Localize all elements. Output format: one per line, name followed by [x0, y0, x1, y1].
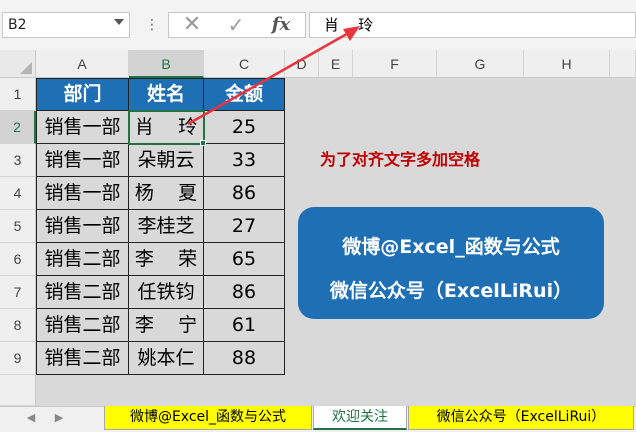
- grid-line: [609, 78, 610, 406]
- table-cell[interactable]: 61: [203, 308, 285, 342]
- table-cell[interactable]: 姚本仁: [128, 341, 204, 375]
- table-cell[interactable]: 任铁钧: [128, 275, 204, 309]
- row-header-3[interactable]: 3: [0, 144, 36, 177]
- table-cell[interactable]: 销售一部: [36, 110, 129, 144]
- name-box[interactable]: B2: [2, 12, 130, 38]
- column-header-g[interactable]: G: [437, 50, 524, 78]
- row-header-8[interactable]: 8: [0, 309, 36, 342]
- row-header-6[interactable]: 6: [0, 243, 36, 276]
- table-cell[interactable]: 88: [203, 341, 285, 375]
- table-cell[interactable]: 86: [203, 275, 285, 309]
- table-cell[interactable]: 李 荣: [128, 242, 204, 276]
- annotation-arrow-icon: [187, 26, 360, 126]
- next-sheet-icon[interactable]: ▶: [52, 408, 66, 428]
- arrow-shaft: [187, 29, 353, 126]
- name-box-dropdown-icon[interactable]: [114, 19, 124, 25]
- column-header-overflow[interactable]: [610, 50, 636, 78]
- table-cell[interactable]: 33: [203, 143, 285, 177]
- table-cell[interactable]: 销售一部: [36, 209, 129, 243]
- table-cell[interactable]: 销售二部: [36, 275, 129, 309]
- table-cell[interactable]: 销售二部: [36, 242, 129, 276]
- row-header-9[interactable]: 9: [0, 342, 36, 375]
- row-header-4[interactable]: 4: [0, 177, 36, 210]
- promo-weibo-text: 微博@Excel_函数与公式: [342, 236, 560, 258]
- row-header-5[interactable]: 5: [0, 210, 36, 243]
- row-header-1[interactable]: 1: [0, 78, 36, 111]
- sheet-tab-welcome[interactable]: 欢迎关注: [313, 406, 407, 430]
- table-cell[interactable]: 李桂芝: [128, 209, 204, 243]
- column-header-h[interactable]: H: [524, 50, 610, 78]
- table-cell[interactable]: 销售一部: [36, 176, 129, 210]
- table-cell[interactable]: 杨 夏: [128, 176, 204, 210]
- row-header-empty[interactable]: [0, 375, 36, 406]
- table-cell[interactable]: 销售二部: [36, 341, 129, 375]
- table-cell[interactable]: 27: [203, 209, 285, 243]
- column-header-a[interactable]: A: [36, 50, 129, 78]
- sheet-tab-weibo[interactable]: 微博@Excel_函数与公式: [104, 406, 312, 430]
- select-all-triangle-icon: [20, 62, 32, 74]
- annotation-note: 为了对齐文字多加空格: [320, 150, 481, 169]
- table-cell[interactable]: 86: [203, 176, 285, 210]
- table-header-department[interactable]: 部门: [36, 78, 129, 111]
- table-cell[interactable]: 朵朝云: [128, 143, 204, 177]
- table-cell[interactable]: 销售一部: [36, 143, 129, 177]
- table-cell[interactable]: 销售二部: [36, 308, 129, 342]
- table-cell[interactable]: 李 宁: [128, 308, 204, 342]
- promo-wechat-text: 微信公众号（ExcelLiRui）: [329, 280, 573, 302]
- more-options-icon[interactable]: ⋮: [145, 15, 159, 35]
- row-header-2[interactable]: 2: [0, 111, 36, 144]
- row-header-7[interactable]: 7: [0, 276, 36, 309]
- fill-handle[interactable]: [200, 140, 206, 146]
- table-cell[interactable]: 65: [203, 242, 285, 276]
- sheet-tab-wechat[interactable]: 微信公众号（ExcelLiRui）: [408, 406, 634, 430]
- prev-sheet-icon[interactable]: ◀: [24, 408, 38, 428]
